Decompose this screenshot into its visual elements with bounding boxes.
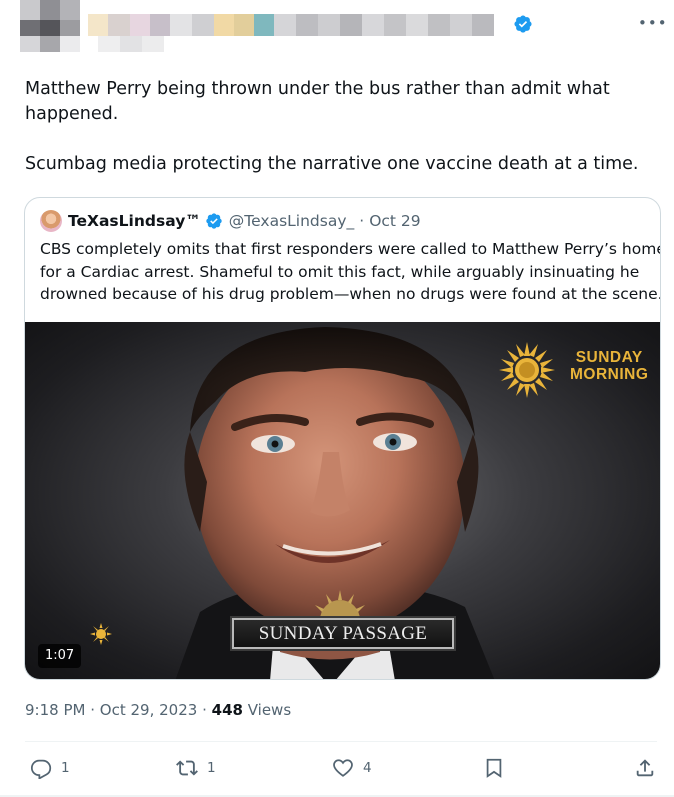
banner-sun-icon xyxy=(311,590,369,620)
quoted-tweet-header: TeXasLindsay™ @TexasLindsay_ · Oct 29 xyxy=(40,210,421,232)
quoted-tweet[interactable]: TeXasLindsay™ @TexasLindsay_ · Oct 29 CB… xyxy=(24,197,661,680)
tweet-time[interactable]: 9:18 PM xyxy=(25,701,85,719)
sunday-passage-banner: SUNDAY PASSAGE xyxy=(232,618,454,649)
banner-text: SUNDAY PASSAGE xyxy=(258,623,428,644)
logo-line-1: SUNDAY xyxy=(575,349,643,366)
tweet-line-3: Scumbag media protecting the narrative o… xyxy=(25,154,639,174)
tweet-meta: 9:18 PM · Oct 29, 2023 · 448 Views xyxy=(25,701,291,719)
quoted-line-2: for a Cardiac arrest. Shameful to omit t… xyxy=(40,262,640,281)
show-logo-text: SUNDAY MORNING xyxy=(570,349,648,383)
retweet-icon xyxy=(176,760,198,776)
share-icon xyxy=(636,759,654,777)
video-duration-badge[interactable]: 1:07 xyxy=(38,644,82,668)
small-sun-icon xyxy=(90,623,112,645)
meta-dot: · xyxy=(90,701,96,719)
quoted-author-handle[interactable]: @TexasLindsay_ xyxy=(229,212,354,230)
reply-icon xyxy=(30,759,52,779)
share-button[interactable] xyxy=(634,756,656,780)
more-icon[interactable]: ••• xyxy=(638,14,667,34)
like-button[interactable]: 4 xyxy=(332,756,372,780)
video-player[interactable]: SUNDAY MORNING SUNDAY PASSAGE 1:07 xyxy=(25,322,660,679)
reply-button[interactable]: 1 xyxy=(30,756,70,780)
tweet-line-1: Matthew Perry being thrown under the bus… xyxy=(25,79,610,99)
tweet-line-2: happened. xyxy=(25,104,119,124)
verified-badge-icon xyxy=(206,213,222,229)
tweet-text: Matthew Perry being thrown under the bus… xyxy=(25,77,650,177)
quoted-tweet-text: CBS completely omits that first responde… xyxy=(40,238,661,306)
logo-line-2: MORNING xyxy=(570,366,649,383)
divider xyxy=(25,741,657,742)
like-count: 4 xyxy=(363,760,372,776)
author-name-redacted[interactable] xyxy=(88,14,508,52)
quoted-tweet-date[interactable]: Oct 29 xyxy=(369,212,420,230)
separator-dot: · xyxy=(359,212,365,230)
views-count: 448 xyxy=(211,701,243,719)
retweet-count: 1 xyxy=(207,760,216,776)
quoted-author-avatar[interactable] xyxy=(40,210,62,232)
bookmark-button[interactable] xyxy=(483,756,505,780)
bookmark-icon xyxy=(486,758,502,778)
reply-count: 1 xyxy=(61,760,70,776)
retweet-button[interactable]: 1 xyxy=(176,756,216,780)
views-label: Views xyxy=(247,701,292,719)
meta-dot-2: · xyxy=(202,701,207,719)
tweet-date[interactable]: Oct 29, 2023 xyxy=(100,701,198,719)
verified-badge-icon xyxy=(514,15,532,33)
quoted-line-3: drowned because of his drug problem—when… xyxy=(40,285,661,303)
tweet-header: ••• xyxy=(0,0,674,60)
like-icon xyxy=(333,759,353,777)
quoted-line-1: CBS completely omits that first responde… xyxy=(40,240,661,258)
quoted-author-name[interactable]: TeXasLindsay™ xyxy=(68,212,201,230)
